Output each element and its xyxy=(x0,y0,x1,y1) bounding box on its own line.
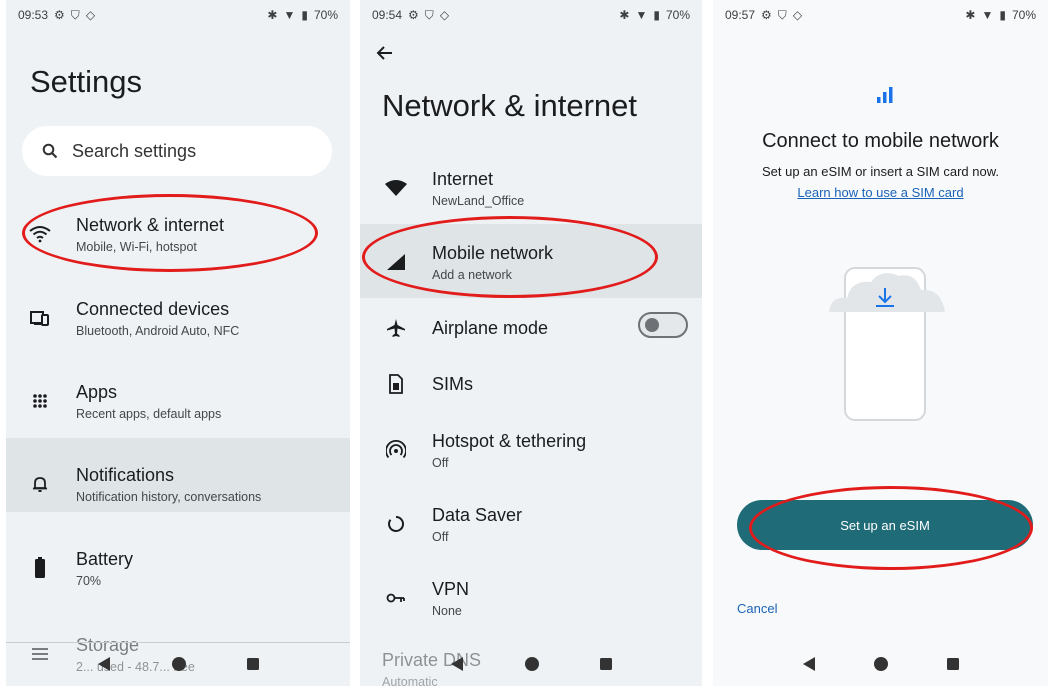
item-title: Internet xyxy=(432,168,494,189)
bluetooth-icon: ✱ xyxy=(267,8,278,22)
back-nav-icon[interactable] xyxy=(801,656,817,672)
battery-percent: 70% xyxy=(313,8,338,22)
item-title: Data Saver xyxy=(432,504,523,525)
apps-grid-icon xyxy=(26,393,54,409)
page-title: Settings xyxy=(30,64,143,99)
network-internet-screen: 09:54 ⚙ ⛉ ◇ ✱ ▼ ▮ 70% Network & internet… xyxy=(360,0,702,686)
sim-icon xyxy=(382,374,410,394)
status-bar: 09:53 ⚙ ⛉ ◇ ✱ ▼ ▮ 70% xyxy=(6,0,350,30)
item-title: Notifications xyxy=(76,464,175,485)
recents-nav-icon[interactable] xyxy=(246,657,260,671)
item-subtitle: NewLand_Office xyxy=(432,193,525,208)
status-time: 09:54 xyxy=(372,8,403,22)
search-input[interactable]: Search settings xyxy=(22,126,332,176)
connect-mobile-network-screen: 09:57 ⚙ ⛉ ◇ ✱ ▼ ▮ 70% Connect to mobile … xyxy=(713,0,1048,686)
page-title: Network & internet xyxy=(382,88,637,123)
battery-status-icon: ▮ xyxy=(999,8,1006,22)
wifi-status-icon: ▼ xyxy=(635,8,648,22)
bluetooth-icon: ✱ xyxy=(619,8,630,22)
item-title: VPN xyxy=(432,578,470,599)
settings-gear-icon: ⚙ xyxy=(761,8,772,22)
item-subtitle: 70% xyxy=(76,573,102,588)
item-subtitle: Off xyxy=(432,455,449,470)
recents-nav-icon[interactable] xyxy=(946,657,960,671)
signal-bars-icon xyxy=(877,87,893,103)
item-subtitle: Recent apps, default apps xyxy=(76,406,222,421)
network-item-internet[interactable]: Internet NewLand_Office xyxy=(360,160,702,216)
devices-icon xyxy=(26,310,54,326)
item-subtitle: Notification history, conversations xyxy=(76,489,262,504)
vpn-shield-icon: ◇ xyxy=(85,8,96,22)
item-title: Airplane mode xyxy=(432,317,549,338)
nav-bar xyxy=(713,642,1048,686)
battery-percent: 70% xyxy=(1011,8,1036,22)
nav-bar xyxy=(360,642,702,686)
data-saver-icon xyxy=(382,515,410,533)
recents-nav-icon[interactable] xyxy=(599,657,613,671)
settings-gear-icon: ⚙ xyxy=(408,8,419,22)
vpn-key-icon xyxy=(382,592,410,604)
battery-percent: 70% xyxy=(665,8,690,22)
shield-icon: ⛉ xyxy=(777,8,787,22)
search-icon xyxy=(42,143,58,159)
shield-icon: ⛉ xyxy=(70,8,80,22)
home-nav-icon[interactable] xyxy=(524,656,540,672)
back-arrow-icon[interactable] xyxy=(376,44,394,62)
annotation-circle xyxy=(22,194,318,272)
home-nav-icon[interactable] xyxy=(873,656,889,672)
back-nav-icon[interactable] xyxy=(96,656,112,672)
airplane-mode-toggle[interactable] xyxy=(638,312,688,338)
home-nav-icon[interactable] xyxy=(171,656,187,672)
item-title: Hotspot & tethering xyxy=(432,430,587,451)
wifi-status-icon: ▼ xyxy=(283,8,296,22)
bluetooth-icon: ✱ xyxy=(965,8,976,22)
settings-item-apps[interactable]: Apps Recent apps, default apps xyxy=(6,373,350,429)
item-subtitle: Off xyxy=(432,529,449,544)
settings-item-notifications[interactable]: Notifications Notification history, conve… xyxy=(6,456,350,512)
settings-item-battery[interactable]: Battery 70% xyxy=(6,540,350,596)
network-item-data-saver[interactable]: Data Saver Off xyxy=(360,496,702,552)
esim-illustration xyxy=(829,267,945,421)
wifi-status-icon: ▼ xyxy=(981,8,994,22)
status-bar: 09:54 ⚙ ⛉ ◇ ✱ ▼ ▮ 70% xyxy=(360,0,702,30)
item-subtitle: None xyxy=(432,603,462,618)
nav-bar xyxy=(6,642,350,686)
toggle-knob xyxy=(645,318,659,332)
vpn-shield-icon: ◇ xyxy=(792,8,803,22)
bell-icon xyxy=(26,475,54,493)
back-nav-icon[interactable] xyxy=(449,656,465,672)
shield-icon: ⛉ xyxy=(424,8,434,22)
network-item-hotspot[interactable]: Hotspot & tethering Off xyxy=(360,422,702,478)
annotation-circle xyxy=(362,216,658,298)
dialog-subtitle: Set up an eSIM or insert a SIM card now. xyxy=(761,164,999,179)
wifi-filled-icon xyxy=(382,179,410,197)
cancel-button[interactable]: Cancel xyxy=(737,601,777,616)
status-time: 09:53 xyxy=(18,8,49,22)
item-subtitle: Bluetooth, Android Auto, NFC xyxy=(76,323,240,338)
network-item-sims[interactable]: SIMs xyxy=(360,364,702,404)
item-title: Apps xyxy=(76,381,118,402)
item-title: Battery xyxy=(76,548,134,569)
annotation-circle xyxy=(749,486,1033,570)
settings-item-connected-devices[interactable]: Connected devices Bluetooth, Android Auto… xyxy=(6,290,350,346)
settings-gear-icon: ⚙ xyxy=(54,8,65,22)
dialog-title: Connect to mobile network xyxy=(762,130,999,152)
status-time: 09:57 xyxy=(725,8,756,22)
item-title: Connected devices xyxy=(76,298,230,319)
battery-status-icon: ▮ xyxy=(653,8,660,22)
hotspot-icon xyxy=(382,440,410,460)
status-bar: 09:57 ⚙ ⛉ ◇ ✱ ▼ ▮ 70% xyxy=(713,0,1048,30)
settings-screen: 09:53 ⚙ ⛉ ◇ ✱ ▼ ▮ 70% Settings Search se… xyxy=(6,0,350,686)
battery-icon xyxy=(26,557,54,579)
vpn-shield-icon: ◇ xyxy=(439,8,450,22)
airplane-icon xyxy=(382,318,410,338)
learn-sim-link[interactable]: Learn how to use a SIM card xyxy=(713,185,1048,200)
item-title: SIMs xyxy=(432,373,474,394)
network-item-vpn[interactable]: VPN None xyxy=(360,570,702,626)
search-placeholder: Search settings xyxy=(72,140,197,161)
battery-status-icon: ▮ xyxy=(301,8,308,22)
